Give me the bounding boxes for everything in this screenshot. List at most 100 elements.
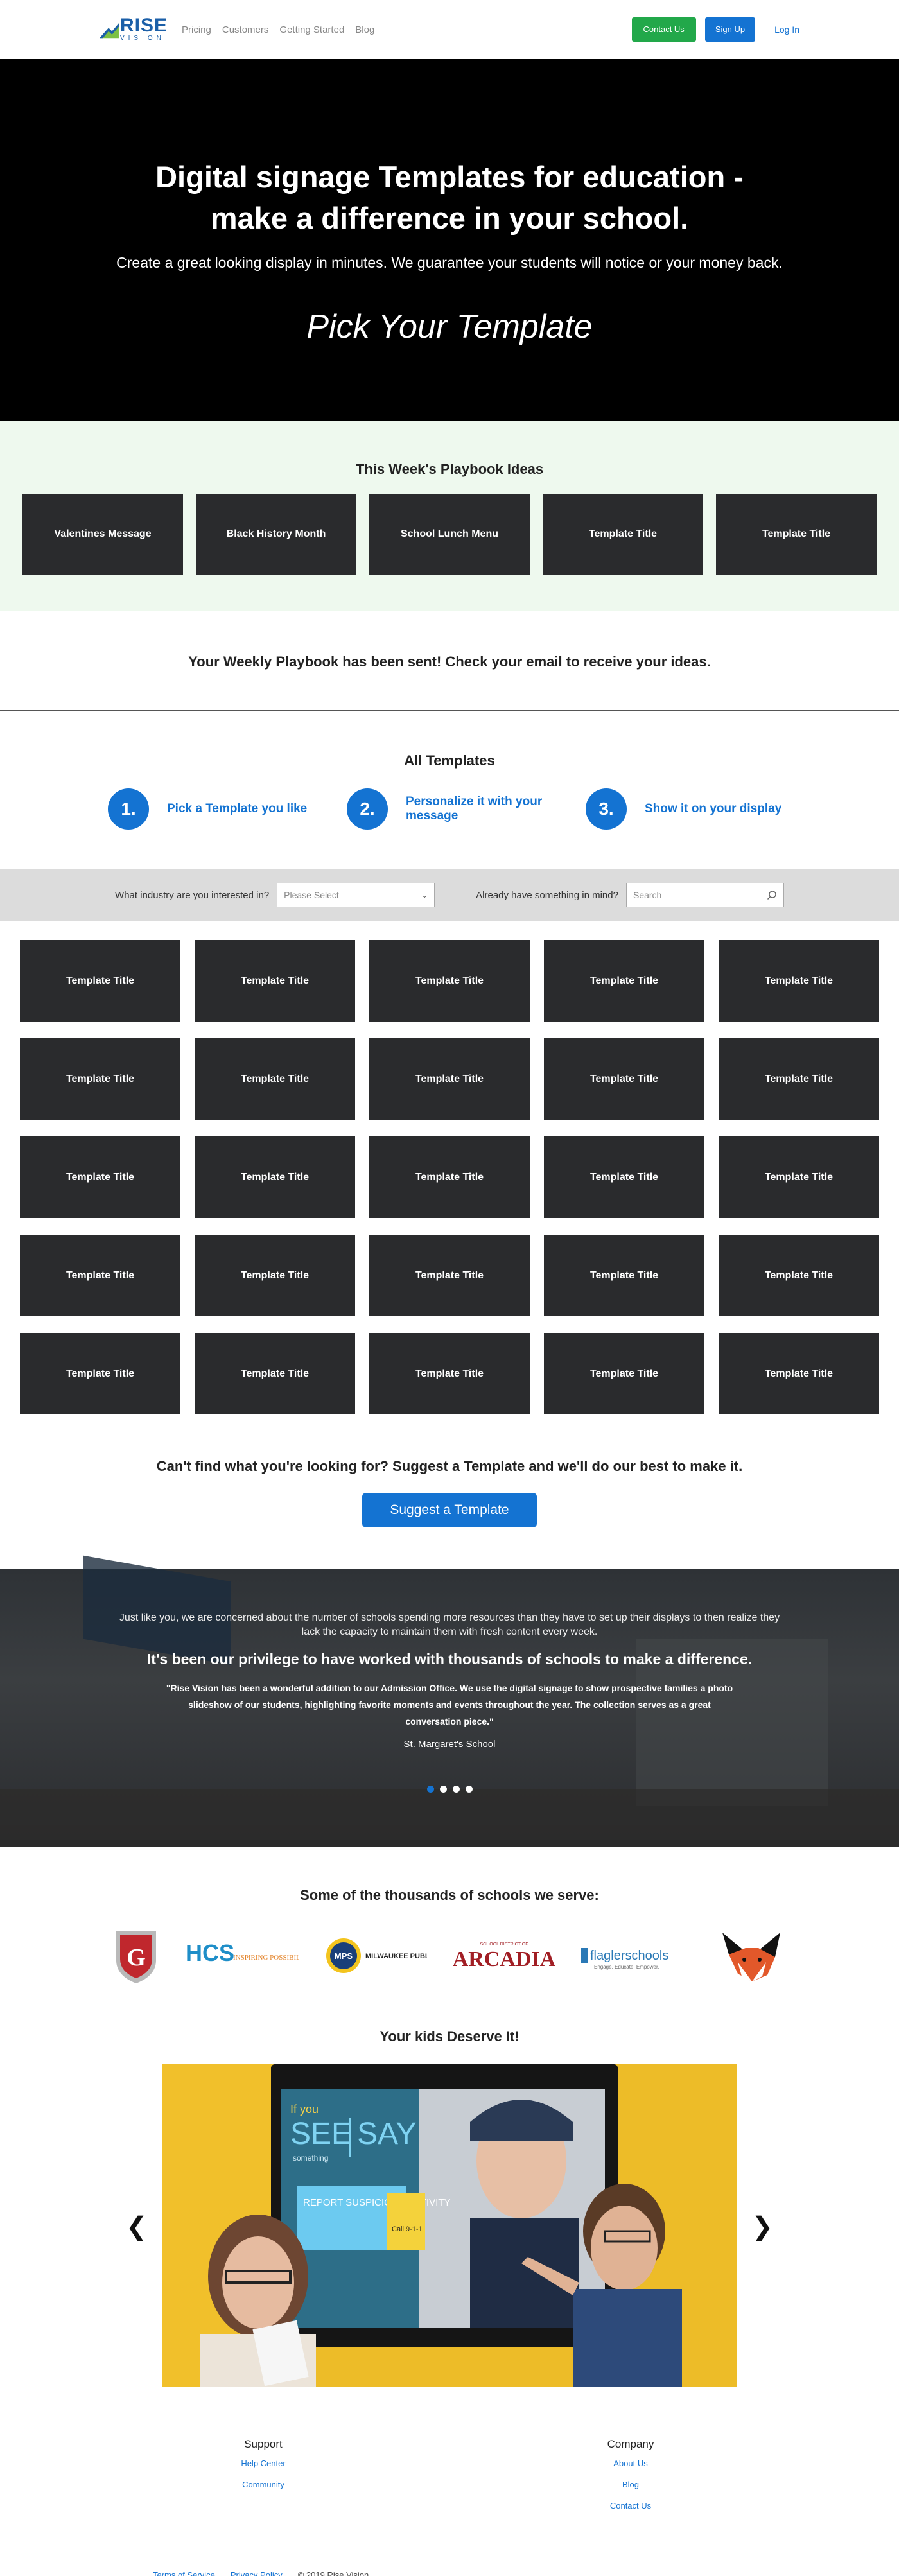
template-tile[interactable]: Template Title <box>20 1235 180 1316</box>
svg-text:SEE: SEE <box>290 2117 352 2151</box>
carousel-next-arrow-icon[interactable]: ❯ <box>751 2212 773 2241</box>
template-tile[interactable]: Template Title <box>719 1333 879 1414</box>
kids-title: Your kids Deserve It! <box>380 2028 519 2044</box>
template-tile[interactable]: Template Title <box>544 1333 704 1414</box>
template-tile[interactable]: Template Title <box>719 1136 879 1218</box>
svg-text:SAY: SAY <box>357 2117 416 2151</box>
playbook-title: This Week's Playbook Ideas <box>355 461 544 477</box>
school-logo-fox <box>716 1927 787 1985</box>
nav-pricing[interactable]: Pricing <box>182 24 211 35</box>
template-grid: Template Title Template Title Template Tit… <box>0 921 899 1414</box>
footer-link-community[interactable]: Community <box>193 2480 334 2489</box>
svg-text:Call 9-1-1: Call 9-1-1 <box>392 2225 423 2233</box>
svg-text:REPORT SUSPICIOUS ACTIVITY: REPORT SUSPICIOUS ACTIVITY <box>303 2197 451 2208</box>
footer-support-title: Support <box>244 2438 283 2450</box>
playbook-tile[interactable]: Valentines Message <box>22 494 183 575</box>
carousel-dot[interactable] <box>465 1786 473 1793</box>
testimonial-headline: It's been our privilege to have worked w… <box>146 1651 753 1667</box>
template-tile[interactable]: Template Title <box>369 1333 530 1414</box>
hero: Digital signage Templates for education … <box>0 59 899 421</box>
suggest-section: Can't find what you're looking for? Sugg… <box>0 1414 899 1569</box>
footer-company-title: Company <box>607 2438 654 2450</box>
template-tile[interactable]: Template Title <box>195 1333 355 1414</box>
nav-blog[interactable]: Blog <box>355 24 374 35</box>
playbook-section: This Week's Playbook Ideas Valentines Me… <box>0 421 899 611</box>
template-tile[interactable]: Template Title <box>544 1038 704 1120</box>
footer-link-contact-us[interactable]: Contact Us <box>560 2501 701 2511</box>
playbook-tiles: Valentines Message Black History Month S… <box>0 494 899 575</box>
template-tile[interactable]: Template Title <box>195 940 355 1022</box>
industry-select[interactable]: Please Select ⌄ <box>277 883 435 907</box>
suggest-template-button[interactable]: Suggest a Template <box>362 1493 537 1527</box>
template-tile[interactable]: Template Title <box>719 1038 879 1120</box>
kids-section: Your kids Deserve It! ❮ If you SEE SAY s… <box>0 2028 899 2433</box>
playbook-tile[interactable]: Black History Month <box>196 494 356 575</box>
step-label: Personalize it with your message <box>406 795 543 822</box>
search-icon[interactable] <box>767 890 777 900</box>
svg-text:If you: If you <box>290 2103 319 2116</box>
template-tile[interactable]: Template Title <box>369 1136 530 1218</box>
log-in-link[interactable]: Log In <box>774 24 799 35</box>
template-tile[interactable]: Template Title <box>719 1235 879 1316</box>
template-tile[interactable]: Template Title <box>195 1235 355 1316</box>
privacy-policy-link[interactable]: Privacy Policy <box>231 2570 283 2576</box>
nav-getting-started[interactable]: Getting Started <box>279 24 344 35</box>
background-photo <box>0 1789 899 1847</box>
svg-text:MPS: MPS <box>335 1951 353 1961</box>
contact-us-button[interactable]: Contact Us <box>631 17 696 42</box>
step-number: 2. <box>347 788 388 830</box>
step-item: 3. Show it on your display <box>586 788 791 830</box>
industry-select-value: Please Select <box>284 890 339 900</box>
logo-mark-icon <box>100 23 119 39</box>
playbook-sent-message: Your Weekly Playbook has been sent! Chec… <box>0 611 899 711</box>
all-templates-section: All Templates 1. Pick a Template you lik… <box>0 711 899 869</box>
playbook-tile[interactable]: Template Title <box>543 494 703 575</box>
footer-link-help-center[interactable]: Help Center <box>193 2459 334 2468</box>
template-tile[interactable]: Template Title <box>719 940 879 1022</box>
step-item: 2. Personalize it with your message <box>347 788 552 830</box>
search-input[interactable]: Search <box>625 883 784 907</box>
svg-text:INSPIRING POSSIBILITIES: INSPIRING POSSIBILITIES <box>233 1954 299 1962</box>
template-tile[interactable]: Template Title <box>369 940 530 1022</box>
template-tile[interactable]: Template Title <box>544 940 704 1022</box>
template-tile[interactable]: Template Title <box>544 1136 704 1218</box>
testimonial-author: St. Margaret's School <box>403 1739 496 1750</box>
template-tile[interactable]: Template Title <box>544 1235 704 1316</box>
search-placeholder: Search <box>633 890 662 900</box>
footer-link-about-us[interactable]: About Us <box>560 2459 701 2468</box>
footer-bottom: Terms of Service Privacy Policy © 2019 R… <box>153 2570 369 2576</box>
industry-label: What industry are you interested in? <box>115 889 270 901</box>
playbook-tile[interactable]: School Lunch Menu <box>369 494 530 575</box>
template-tile[interactable]: Template Title <box>369 1038 530 1120</box>
pick-template-heading: Pick Your Template <box>306 308 593 345</box>
carousel-dot[interactable] <box>439 1786 447 1793</box>
template-tile[interactable]: Template Title <box>195 1038 355 1120</box>
chevron-down-icon: ⌄ <box>421 891 428 900</box>
page: RISE VISION Pricing Customers Getting St… <box>0 0 899 2576</box>
playbook-tile[interactable]: Template Title <box>716 494 877 575</box>
logo-subtext: VISION <box>119 35 165 42</box>
svg-text:MILWAUKEE PUBLIC SCHOOLS: MILWAUKEE PUBLIC SCHOOLS <box>365 1953 427 1960</box>
kids-photo: If you SEE SAY something REPORT SUSPICIO… <box>162 2064 737 2387</box>
template-tile[interactable]: Template Title <box>20 940 180 1022</box>
terms-of-service-link[interactable]: Terms of Service <box>153 2570 215 2576</box>
schools-section: Some of the thousands of schools we serv… <box>0 1847 899 2028</box>
carousel-dot[interactable] <box>426 1786 434 1793</box>
school-logo-arcadia: SCHOOL DISTRICT OF ARCADIA <box>453 1927 555 1985</box>
footer-link-blog[interactable]: Blog <box>560 2480 701 2489</box>
rise-vision-logo[interactable]: RISE VISION <box>100 15 168 44</box>
carousel-dot[interactable] <box>452 1786 460 1793</box>
template-tile[interactable]: Template Title <box>20 1038 180 1120</box>
school-logos: G HCS INSPIRING POSSIBILITIES MPS MILWAU… <box>0 1927 899 1985</box>
carousel-prev-arrow-icon[interactable]: ❮ <box>126 2212 148 2241</box>
testimonial-intro: Just like you, we are concerned about th… <box>119 1612 780 1637</box>
template-tile[interactable]: Template Title <box>20 1136 180 1218</box>
suggest-text: Can't find what you're looking for? Sugg… <box>156 1458 743 1474</box>
school-logo-hcs: HCS INSPIRING POSSIBILITIES <box>186 1927 299 1985</box>
template-tile[interactable]: Template Title <box>369 1235 530 1316</box>
template-tile[interactable]: Template Title <box>195 1136 355 1218</box>
step-item: 1. Pick a Template you like <box>108 788 313 830</box>
sign-up-button[interactable]: Sign Up <box>704 17 756 42</box>
template-tile[interactable]: Template Title <box>20 1333 180 1414</box>
nav-customers[interactable]: Customers <box>222 24 269 35</box>
